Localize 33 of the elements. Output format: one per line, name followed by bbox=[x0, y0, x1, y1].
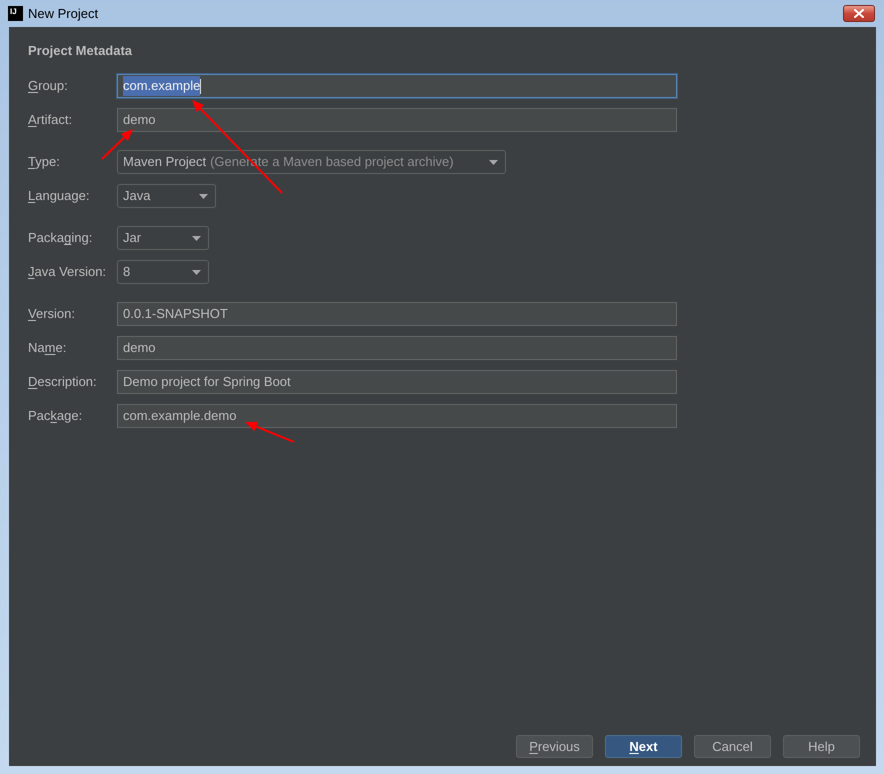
text-field[interactable]: demo bbox=[117, 108, 677, 132]
dropdown[interactable]: 8 bbox=[117, 260, 209, 284]
field-label: Name: bbox=[28, 339, 66, 358]
field-label: Java Version: bbox=[28, 263, 106, 282]
field-label: Language: bbox=[28, 187, 90, 206]
text-field[interactable]: Demo project for Spring Boot bbox=[117, 370, 677, 394]
dropdown[interactable]: Jar bbox=[117, 226, 209, 250]
caret-icon bbox=[489, 160, 498, 164]
caret-icon bbox=[199, 194, 208, 198]
text-field[interactable]: 0.0.1-SNAPSHOT bbox=[117, 302, 677, 326]
text-field[interactable]: demo bbox=[117, 336, 677, 360]
text-cursor bbox=[200, 78, 202, 94]
dialog-button[interactable]: Next bbox=[605, 735, 682, 758]
text-field[interactable]: com.example.demo bbox=[117, 404, 677, 428]
dropdown[interactable]: Java bbox=[117, 184, 216, 208]
caret-icon bbox=[192, 270, 201, 274]
section-title: Project Metadata bbox=[28, 43, 132, 59]
app-logo-icon: IJ bbox=[8, 6, 23, 21]
close-button[interactable] bbox=[843, 5, 875, 22]
field-label: Artifact: bbox=[28, 111, 72, 130]
text-field[interactable]: com.example bbox=[117, 74, 677, 98]
dialog-button[interactable]: Cancel bbox=[694, 735, 771, 758]
close-icon bbox=[854, 9, 864, 18]
field-label: Package: bbox=[28, 407, 82, 426]
field-label: Type: bbox=[28, 153, 60, 172]
field-label: Version: bbox=[28, 305, 75, 324]
field-label: Group: bbox=[28, 77, 68, 96]
caret-icon bbox=[192, 236, 201, 240]
window-title: New Project bbox=[28, 4, 98, 23]
dialog-button[interactable]: Help bbox=[783, 735, 860, 758]
field-label: Packaging: bbox=[28, 229, 92, 248]
field-label: Description: bbox=[28, 373, 97, 392]
dialog-button[interactable]: Previous bbox=[516, 735, 593, 758]
